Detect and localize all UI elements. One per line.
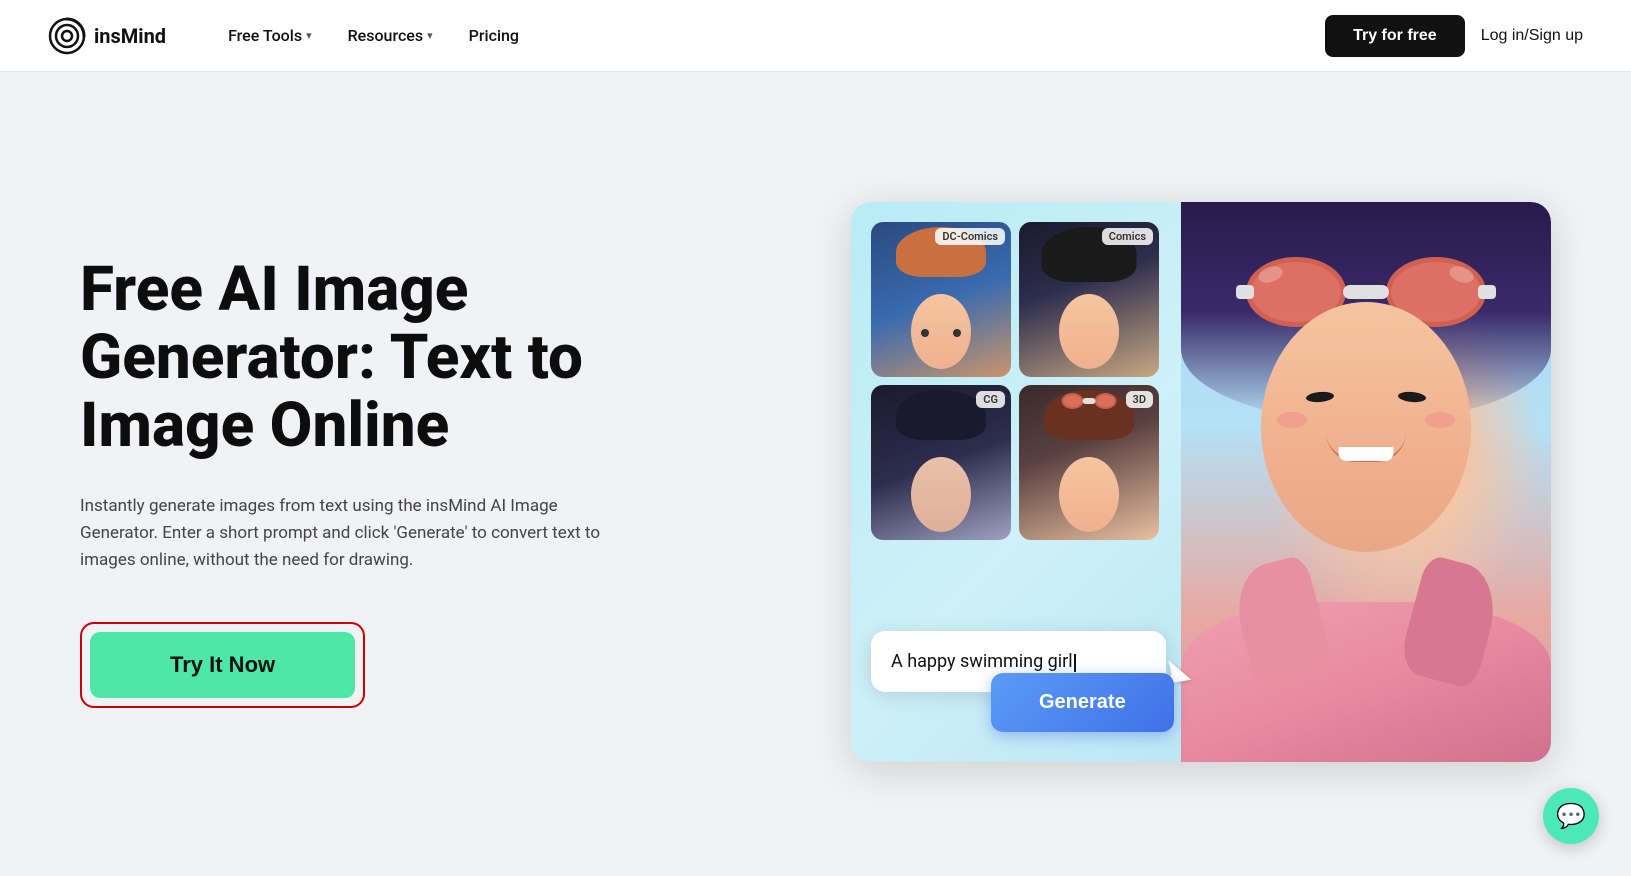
- generate-button[interactable]: Generate: [991, 673, 1174, 732]
- grid-item-dc-comics[interactable]: DC-Comics: [871, 222, 1011, 377]
- demo-widget: DC-Comics Comics: [851, 202, 1551, 762]
- nav-actions: Try for free Log in/Sign up: [1325, 15, 1583, 57]
- style-badge-dc: DC-Comics: [935, 228, 1005, 245]
- try-for-free-button[interactable]: Try for free: [1325, 15, 1465, 57]
- logo-text: insMind: [94, 24, 166, 48]
- big-character-image: [1181, 202, 1551, 762]
- hero-description: Instantly generate images from text usin…: [80, 493, 620, 575]
- prompt-text: A happy swimming girl: [891, 649, 1146, 674]
- nav-pricing[interactable]: Pricing: [455, 18, 533, 53]
- try-now-button-wrapper: Try It Now: [80, 622, 365, 708]
- style-badge-cg: CG: [976, 391, 1005, 408]
- nav-free-tools[interactable]: Free Tools ▾: [214, 18, 326, 53]
- nav-links: Free Tools ▾ Resources ▾ Pricing: [214, 18, 1325, 53]
- navbar: insMind Free Tools ▾ Resources ▾ Pricing…: [0, 0, 1631, 72]
- grid-item-comics[interactable]: Comics: [1019, 222, 1159, 377]
- try-it-now-button[interactable]: Try It Now: [90, 632, 355, 698]
- chevron-down-icon: ▾: [427, 29, 433, 42]
- style-badge-comics: Comics: [1102, 228, 1153, 245]
- logo[interactable]: insMind: [48, 17, 166, 55]
- nav-resources[interactable]: Resources ▾: [334, 18, 447, 53]
- hero-section: Free AI Image Generator: Text to Image O…: [0, 72, 1631, 872]
- hero-title: Free AI Image Generator: Text to Image O…: [80, 256, 700, 461]
- chevron-down-icon: ▾: [306, 29, 312, 42]
- grid-item-3d[interactable]: 3D: [1019, 385, 1159, 540]
- grid-item-cg[interactable]: CG: [871, 385, 1011, 540]
- login-signup-button[interactable]: Log in/Sign up: [1481, 27, 1583, 45]
- hero-left: Free AI Image Generator: Text to Image O…: [80, 256, 700, 708]
- chat-widget-button[interactable]: 💬: [1543, 788, 1599, 844]
- chat-icon: 💬: [1556, 802, 1586, 830]
- hero-right: DC-Comics Comics: [760, 202, 1551, 762]
- style-image-grid: DC-Comics Comics: [871, 222, 1159, 540]
- style-badge-3d: 3D: [1126, 391, 1153, 408]
- text-cursor: [1074, 654, 1076, 672]
